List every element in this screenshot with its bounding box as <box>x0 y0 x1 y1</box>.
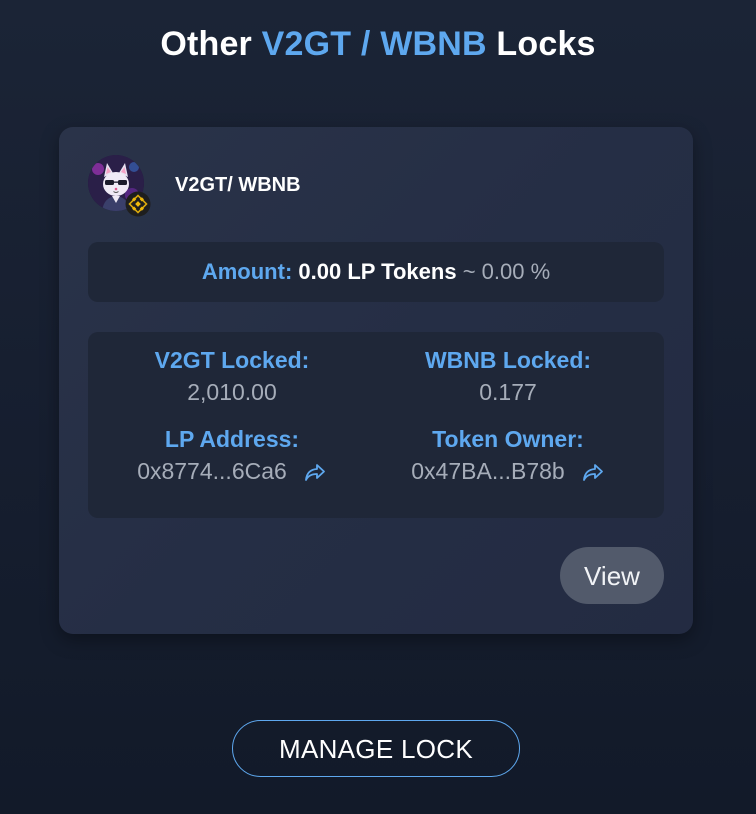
token0-locked: V2GT Locked: 2,010.00 <box>88 345 376 407</box>
lp-address: LP Address: 0x8774...6Ca6 <box>88 424 376 486</box>
title-pair: V2GT / WBNB <box>261 25 487 63</box>
lock-card: V2GT/ WBNB Amount: 0.00 LP Tokens ~ 0.00… <box>59 127 693 634</box>
title-suffix: Locks <box>496 25 596 63</box>
view-button[interactable]: View <box>560 547 664 604</box>
token0-locked-label: V2GT Locked: <box>154 347 310 373</box>
token0-locked-value: 2,010.00 <box>187 379 277 405</box>
title-prefix: Other <box>160 25 252 63</box>
pair-name: V2GT/ WBNB <box>175 174 301 196</box>
lp-address-label: LP Address: <box>164 426 300 452</box>
amount-percent: ~ 0.00 % <box>462 259 551 284</box>
lock-details: V2GT Locked: 2,010.00 WBNB Locked: 0.177… <box>88 332 664 518</box>
amount-value: 0.00 LP Tokens <box>298 259 457 284</box>
token1-locked-value: 0.177 <box>479 379 537 405</box>
amount-label: Amount: <box>201 259 293 284</box>
manage-lock-button[interactable]: MANAGE LOCK <box>232 720 520 777</box>
token-owner-value: 0x47BA...B78b <box>411 458 565 484</box>
token-owner: Token Owner: 0x47BA...B78b <box>364 424 652 486</box>
token1-locked: WBNB Locked: 0.177 <box>364 345 652 407</box>
token-owner-share-icon[interactable] <box>581 460 605 482</box>
token-owner-label: Token Owner: <box>432 426 584 452</box>
lp-address-value: 0x8774...6Ca6 <box>137 458 287 484</box>
amount-box: Amount: 0.00 LP Tokens ~ 0.00 % <box>88 242 664 302</box>
lp-address-share-icon[interactable] <box>303 460 327 482</box>
token1-locked-label: WBNB Locked: <box>424 347 592 373</box>
bnb-chain-icon <box>125 191 151 217</box>
page-title: Other V2GT / WBNB Locks <box>0 22 756 66</box>
